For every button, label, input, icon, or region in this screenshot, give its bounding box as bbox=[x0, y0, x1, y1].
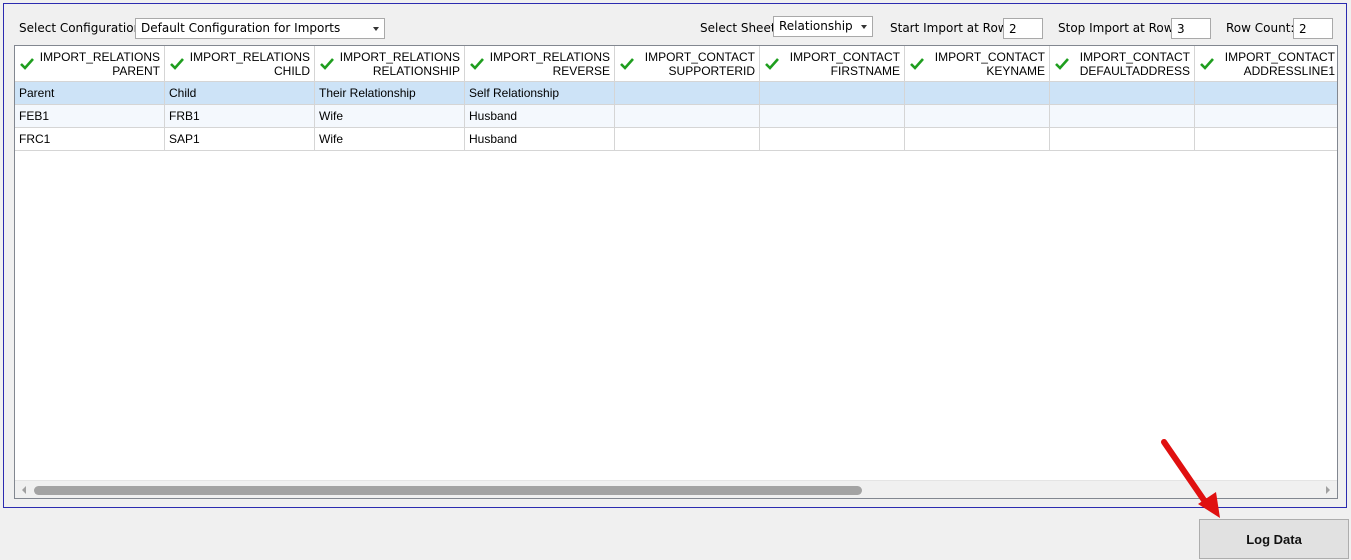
column-header-line2: DEFAULTADDRESS bbox=[1079, 64, 1190, 78]
column-header-line2: ADDRESSLINE1 bbox=[1243, 64, 1335, 78]
check-icon bbox=[20, 58, 34, 70]
table-cell[interactable] bbox=[905, 105, 1050, 128]
sheet-select-value: Relationship bbox=[779, 19, 853, 33]
column-header-line2: FIRSTNAME bbox=[830, 64, 900, 78]
log-data-button[interactable]: Log Data bbox=[1199, 519, 1349, 559]
check-icon bbox=[170, 58, 184, 70]
column-header-line2: PARENT bbox=[112, 64, 160, 78]
grid-header: IMPORT_RELATIONS PARENT IMPORT_RELATIONS C… bbox=[15, 46, 1337, 82]
column-header-line1: IMPORT_CONTACT bbox=[934, 50, 1045, 64]
chevron-down-icon bbox=[861, 25, 867, 29]
table-cell[interactable]: Husband bbox=[465, 128, 615, 151]
chevron-down-icon bbox=[373, 27, 379, 31]
table-cell[interactable]: SAP1 bbox=[165, 128, 315, 151]
check-icon bbox=[320, 58, 334, 70]
config-select[interactable]: Default Configuration for Imports bbox=[135, 18, 385, 39]
horizontal-scrollbar[interactable] bbox=[15, 480, 1337, 498]
table-cell[interactable]: Child bbox=[165, 82, 315, 105]
check-icon bbox=[910, 58, 924, 70]
table-cell[interactable]: Parent bbox=[15, 82, 165, 105]
row-count-field: 2 bbox=[1293, 18, 1333, 39]
column-header-line1: IMPORT_CONTACT bbox=[1224, 50, 1335, 64]
table-cell[interactable] bbox=[1050, 82, 1195, 105]
column-header-line2: RELATIONSHIP bbox=[372, 64, 460, 78]
sheet-label: Select Sheet bbox=[700, 21, 776, 35]
column-header[interactable]: IMPORT_RELATIONS CHILD bbox=[165, 46, 315, 82]
check-icon bbox=[1200, 58, 1214, 70]
arrow-left-icon[interactable] bbox=[19, 485, 29, 495]
table-row[interactable]: FEB1 FRB1 Wife Husband bbox=[15, 105, 1337, 128]
config-label: Select Configuration bbox=[19, 21, 142, 35]
table-cell[interactable]: FEB1 bbox=[15, 105, 165, 128]
table-cell[interactable] bbox=[615, 105, 760, 128]
toolbar: Select Configuration Default Configurati… bbox=[4, 4, 1346, 44]
table-cell[interactable]: FRB1 bbox=[165, 105, 315, 128]
column-header-line2: CHILD bbox=[273, 64, 310, 78]
column-header-line1: IMPORT_CONTACT bbox=[1079, 50, 1190, 64]
table-cell[interactable] bbox=[1195, 105, 1337, 128]
arrow-right-icon[interactable] bbox=[1323, 485, 1333, 495]
table-cell[interactable] bbox=[1050, 105, 1195, 128]
table-cell[interactable]: Husband bbox=[465, 105, 615, 128]
column-header[interactable]: IMPORT_RELATIONS REVERSE bbox=[465, 46, 615, 82]
table-row[interactable]: Parent Child Their Relationship Self Rel… bbox=[15, 82, 1337, 105]
row-count-label: Row Count: bbox=[1226, 21, 1295, 35]
scrollbar-thumb[interactable] bbox=[34, 486, 862, 495]
column-header-line1: IMPORT_RELATIONS bbox=[489, 50, 610, 64]
column-header-line1: IMPORT_CONTACT bbox=[644, 50, 755, 64]
stop-row-label: Stop Import at Row: bbox=[1058, 21, 1177, 35]
start-row-label: Start Import at Row: bbox=[890, 21, 1011, 35]
table-cell[interactable]: Wife bbox=[315, 105, 465, 128]
table-cell[interactable] bbox=[1195, 128, 1337, 151]
grid-body: Parent Child Their Relationship Self Rel… bbox=[15, 82, 1337, 151]
table-cell[interactable]: Their Relationship bbox=[315, 82, 465, 105]
column-header-line1: IMPORT_CONTACT bbox=[789, 50, 900, 64]
table-cell[interactable]: Wife bbox=[315, 128, 465, 151]
table-cell[interactable] bbox=[905, 82, 1050, 105]
column-header-line1: IMPORT_RELATIONS bbox=[339, 50, 460, 64]
column-header-line2: SUPPORTERID bbox=[668, 64, 755, 78]
table-cell[interactable]: FRC1 bbox=[15, 128, 165, 151]
table-cell[interactable]: Self Relationship bbox=[465, 82, 615, 105]
table-cell[interactable] bbox=[615, 82, 760, 105]
config-select-value: Default Configuration for Imports bbox=[141, 21, 341, 35]
start-row-input[interactable]: 2 bbox=[1003, 18, 1043, 39]
column-header-line2: KEYNAME bbox=[986, 64, 1045, 78]
table-cell[interactable] bbox=[905, 128, 1050, 151]
table-cell[interactable] bbox=[1050, 128, 1195, 151]
check-icon bbox=[1055, 58, 1069, 70]
table-cell[interactable] bbox=[760, 105, 905, 128]
table-cell[interactable] bbox=[760, 82, 905, 105]
column-header[interactable]: IMPORT_CONTACT SUPPORTERID bbox=[615, 46, 760, 82]
column-header[interactable]: IMPORT_CONTACT FIRSTNAME bbox=[760, 46, 905, 82]
data-grid[interactable]: IMPORT_RELATIONS PARENT IMPORT_RELATIONS C… bbox=[14, 45, 1338, 499]
check-icon bbox=[765, 58, 779, 70]
table-row[interactable]: FRC1 SAP1 Wife Husband bbox=[15, 128, 1337, 151]
import-panel: Select Configuration Default Configurati… bbox=[3, 3, 1347, 508]
stop-row-input[interactable]: 3 bbox=[1171, 18, 1211, 39]
column-header[interactable]: IMPORT_CONTACT DEFAULTADDRESS bbox=[1050, 46, 1195, 82]
sheet-select[interactable]: Relationship bbox=[773, 16, 873, 37]
table-cell[interactable] bbox=[615, 128, 760, 151]
column-header-line1: IMPORT_RELATIONS bbox=[39, 50, 160, 64]
table-cell[interactable] bbox=[760, 128, 905, 151]
table-cell[interactable] bbox=[1195, 82, 1337, 105]
column-header-line1: IMPORT_RELATIONS bbox=[189, 50, 310, 64]
check-icon bbox=[470, 58, 484, 70]
column-header-line2: REVERSE bbox=[552, 64, 610, 78]
column-header[interactable]: IMPORT_CONTACT ADDRESSLINE1 bbox=[1195, 46, 1337, 82]
check-icon bbox=[620, 58, 634, 70]
column-header[interactable]: IMPORT_CONTACT KEYNAME bbox=[905, 46, 1050, 82]
column-header[interactable]: IMPORT_RELATIONS RELATIONSHIP bbox=[315, 46, 465, 82]
column-header[interactable]: IMPORT_RELATIONS PARENT bbox=[15, 46, 165, 82]
